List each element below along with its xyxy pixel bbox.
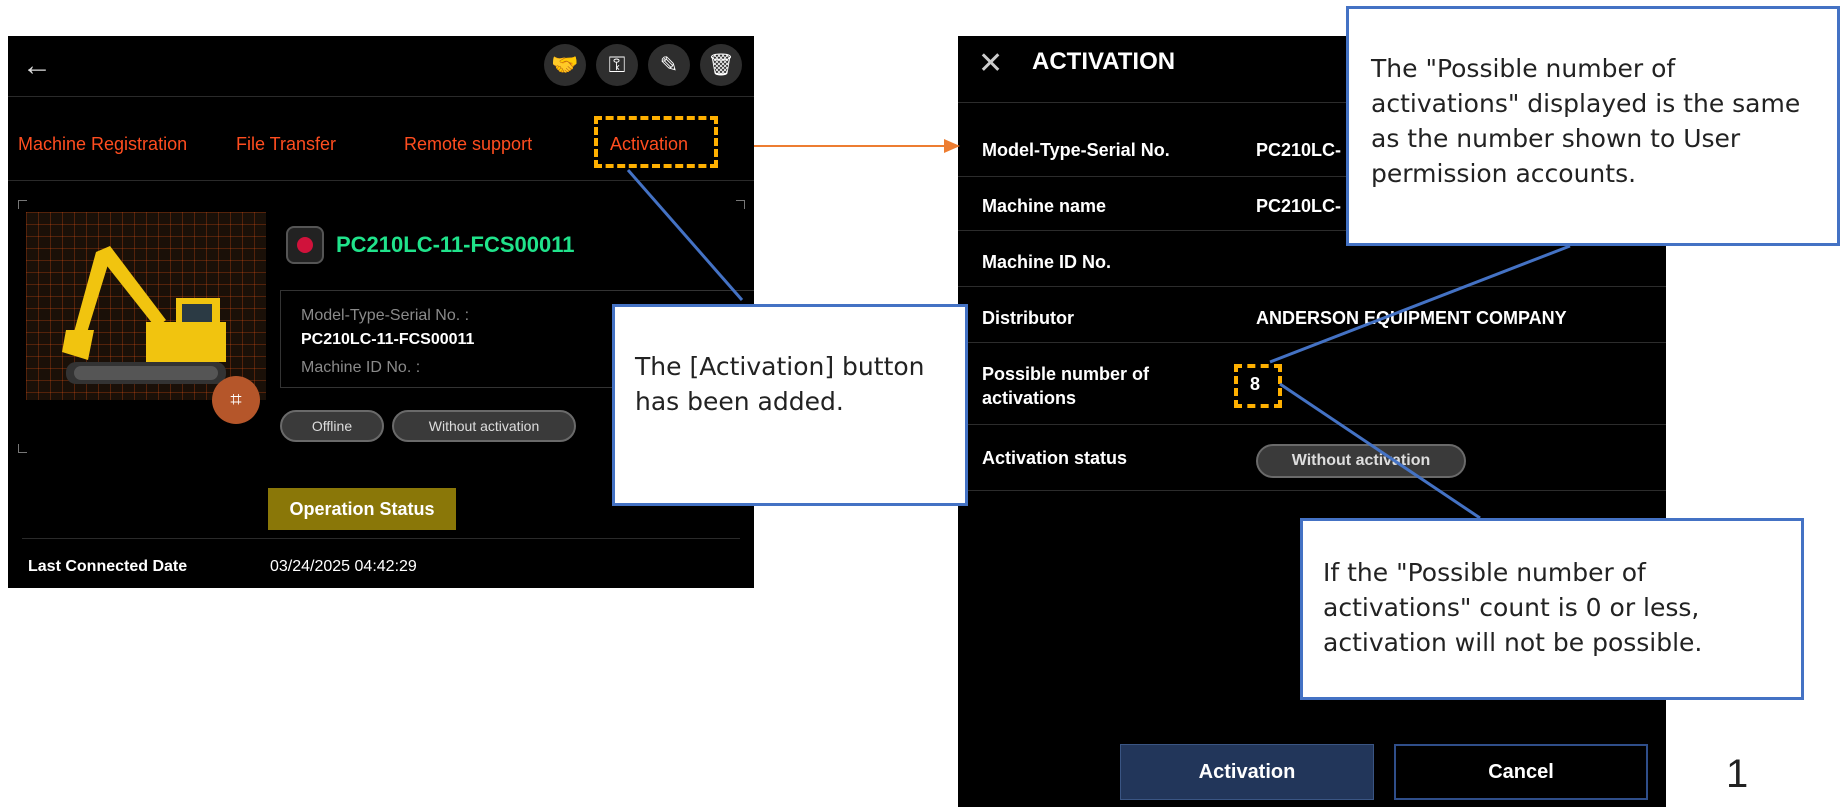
machine-status-icon	[286, 226, 324, 264]
callout-zero-or-less: If the "Possible number of activations" …	[1300, 518, 1804, 700]
tab-machine-registration[interactable]: Machine Registration	[18, 134, 187, 155]
activation-button[interactable]: Activation	[1120, 744, 1374, 800]
cancel-button[interactable]: Cancel	[1394, 744, 1648, 800]
distributor-label: Distributor	[982, 308, 1074, 328]
callout-activation-added: The [Activation] button has been added.	[612, 304, 968, 506]
frame-corner	[18, 444, 27, 453]
callout-possible-number: The "Possible number of activations" dis…	[1346, 6, 1840, 246]
dialog-title: ACTIVATION	[1032, 48, 1176, 75]
operation-status-button[interactable]: Operation Status	[268, 488, 456, 530]
activation-status-label: Activation status	[982, 448, 1128, 468]
divider	[958, 286, 1666, 287]
handshake-icon[interactable]: 🤝	[544, 44, 586, 86]
excavator-icon	[62, 246, 226, 384]
machine-name-label: Machine name	[982, 196, 1107, 216]
frame-corner	[736, 200, 745, 209]
machine-id-label: Machine ID No.	[982, 252, 1112, 272]
possible-activations-value: 8	[1250, 374, 1261, 394]
possible-activations-label-line2: activations	[982, 388, 1077, 408]
activation-tab-highlight	[594, 116, 718, 168]
machine-id-label: Machine ID No. :	[301, 359, 421, 376]
model-value: PC210LC-11-FCS00011	[301, 331, 475, 348]
model-label: Model-Type-Serial No. :	[301, 307, 470, 324]
last-connected-label: Last Connected Date	[28, 558, 188, 575]
back-arrow-icon[interactable]: ←	[22, 46, 52, 86]
camera-edit-icon[interactable]: ⌗	[212, 376, 260, 424]
machine-title: PC210LC-11-FCS00011	[336, 232, 575, 257]
tab-remote-support[interactable]: Remote support	[404, 134, 532, 155]
offline-badge: Offline	[280, 410, 384, 442]
frame-corner	[18, 200, 27, 209]
hand-key-icon[interactable]: ⚿	[596, 44, 638, 86]
divider	[958, 424, 1666, 425]
page-number: 1	[1726, 752, 1749, 796]
machine-name-value: PC210LC-	[1256, 196, 1342, 216]
distributor-value: ANDERSON EQUIPMENT COMPANY	[1256, 308, 1567, 328]
divider	[8, 96, 754, 97]
activation-status-badge: Without activation	[1256, 444, 1466, 478]
top-action-bar: 🤝 ⚿ ✎ 🗑	[544, 44, 742, 86]
divider	[958, 342, 1666, 343]
divider	[8, 180, 754, 181]
model-type-serial-label: Model-Type-Serial No.	[982, 140, 1170, 160]
trash-icon[interactable]: 🗑	[700, 44, 742, 86]
activation-status-badge: Without activation	[392, 410, 576, 442]
last-connected-value: 03/24/2025 04:42:29	[270, 558, 417, 575]
tab-file-transfer[interactable]: File Transfer	[236, 134, 336, 155]
model-type-serial-value: PC210LC-	[1256, 140, 1342, 160]
possible-activations-label-line1: Possible number of	[982, 364, 1150, 384]
excavator-image	[26, 212, 266, 400]
divider	[22, 538, 740, 539]
divider	[958, 490, 1666, 491]
pencil-icon[interactable]: ✎	[648, 44, 690, 86]
close-icon[interactable]: ✕	[978, 46, 1003, 81]
